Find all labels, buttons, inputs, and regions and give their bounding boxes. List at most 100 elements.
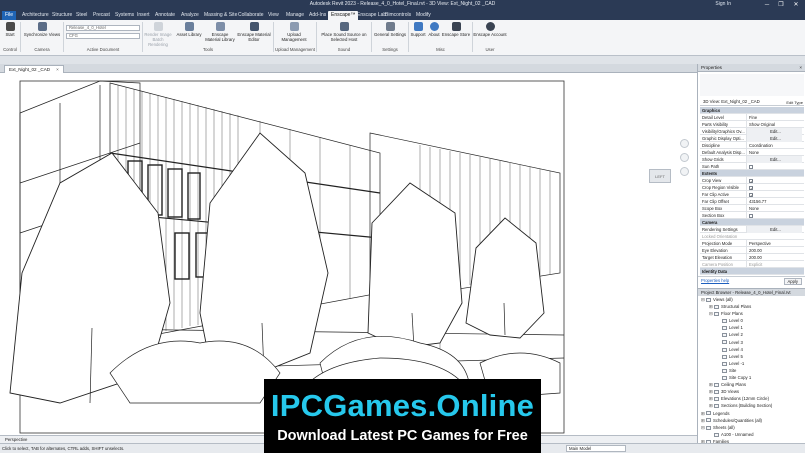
browser-item[interactable]: Level 5 xyxy=(698,353,805,360)
property-edit-button[interactable]: Edit... xyxy=(746,156,802,163)
place-sound-source-button[interactable]: Place Sound Source on Selected Host xyxy=(318,22,370,42)
about-button[interactable]: About xyxy=(427,22,441,37)
browser-item[interactable]: ⊞ Structural Plans xyxy=(698,303,805,310)
property-edit-button[interactable]: Edit... xyxy=(746,128,802,135)
property-value[interactable] xyxy=(746,191,802,198)
view-tab-ext-night[interactable]: Ext_Night_02 _CAD × xyxy=(4,65,64,73)
checkbox[interactable] xyxy=(749,192,753,197)
property-value[interactable]: Perspective xyxy=(746,240,802,247)
browser-item[interactable]: A100 - Unnamed xyxy=(698,431,805,438)
browser-item[interactable]: ⊟ Views (all) xyxy=(698,296,805,303)
checkbox[interactable] xyxy=(749,213,753,218)
browser-item[interactable]: Level 0 xyxy=(698,317,805,324)
tab-bimcontrols[interactable]: Bimcontrols xyxy=(382,11,414,20)
checkbox[interactable] xyxy=(749,178,753,183)
browser-item[interactable]: ⊟ Sheets (all) xyxy=(698,424,805,431)
browser-item[interactable]: ⊞ Schedules/Quantities (all) xyxy=(698,417,805,424)
browser-item[interactable]: ⊞ Ceiling Plans xyxy=(698,381,805,388)
tab-architecture[interactable]: Architecture xyxy=(19,11,52,20)
property-value[interactable]: 200.00 xyxy=(746,254,802,261)
property-value[interactable]: Explicit xyxy=(746,261,802,268)
configuration-select[interactable]: CFG xyxy=(66,33,140,39)
type-selector[interactable]: 3D View: Ext_Night_02 _CAD Edit Type xyxy=(700,97,804,106)
sign-in-button[interactable]: Sign In xyxy=(715,1,731,7)
support-button[interactable]: Support xyxy=(409,22,427,37)
enscape-account-button[interactable]: Enscape Account xyxy=(473,22,507,37)
projection-mode-label[interactable]: Perspective xyxy=(5,436,27,443)
property-value[interactable] xyxy=(746,177,802,184)
tab-insert[interactable]: Insert xyxy=(134,11,153,20)
tab-analyze[interactable]: Analyze xyxy=(178,11,202,20)
apply-button[interactable]: Apply xyxy=(783,278,802,285)
browser-item[interactable]: ⊞ Legends xyxy=(698,410,805,417)
property-value[interactable]: None xyxy=(746,205,802,212)
property-section[interactable]: Graphics xyxy=(700,107,804,114)
asset-library-button[interactable]: Asset Library xyxy=(174,22,204,37)
tab-annotate[interactable]: Annotate xyxy=(152,11,178,20)
property-value[interactable]: Fine xyxy=(746,114,802,121)
enscape-store-button[interactable]: Enscape Store xyxy=(441,22,471,37)
upload-management-button[interactable]: Upload Management xyxy=(276,22,312,42)
property-value[interactable] xyxy=(746,163,802,170)
property-section[interactable]: Identity Data xyxy=(700,268,804,275)
property-value[interactable] xyxy=(746,212,802,219)
browser-item[interactable]: Level 4 xyxy=(698,346,805,353)
property-value[interactable]: 43156.77 xyxy=(746,198,802,205)
browser-item[interactable]: Site xyxy=(698,367,805,374)
panel-label-camera: Camera xyxy=(34,47,50,52)
zoom-icon[interactable] xyxy=(680,153,689,162)
model-select[interactable]: Main Model xyxy=(566,445,626,452)
property-row: Graphic Display Opti... Edit... xyxy=(700,135,804,142)
browser-item[interactable]: ⊟ Floor Plans xyxy=(698,310,805,317)
general-settings-button[interactable]: General Settings xyxy=(373,22,407,37)
render-image-button[interactable]: Render Image Batch Rendering xyxy=(144,22,172,47)
tab-add-ins[interactable]: Add-Ins xyxy=(306,11,329,20)
property-edit-button[interactable]: Edit... xyxy=(746,226,802,233)
edit-type-button[interactable]: Edit Type xyxy=(786,98,803,107)
restore-button[interactable]: ❐ xyxy=(775,0,787,10)
synchronize-views-button[interactable]: Synchronize Views xyxy=(22,22,62,37)
browser-item[interactable]: ⊞ Elevations (12mm Circle) xyxy=(698,395,805,402)
minimize-button[interactable]: ─ xyxy=(761,0,773,10)
close-button[interactable]: ✕ xyxy=(790,0,802,10)
tab-structure[interactable]: Structure xyxy=(49,11,75,20)
start-button[interactable]: Start xyxy=(3,22,17,37)
tab-precast[interactable]: Precast xyxy=(90,11,113,20)
view-cube[interactable]: LEFT xyxy=(649,169,671,183)
properties-help-link[interactable]: Properties help xyxy=(701,278,729,283)
property-section[interactable]: Extents xyxy=(700,170,804,177)
orbit-icon[interactable] xyxy=(680,167,689,176)
tab-file[interactable]: File xyxy=(2,11,17,20)
active-document-select[interactable]: Release_4_0_Hotel xyxy=(66,25,140,31)
checkbox[interactable] xyxy=(749,164,753,169)
browser-item[interactable]: Level 1 xyxy=(698,324,805,331)
property-section[interactable]: Camera xyxy=(700,219,804,226)
property-edit-button[interactable]: Edit... xyxy=(746,135,802,142)
tab-view[interactable]: View xyxy=(265,11,282,20)
close-icon[interactable]: × xyxy=(56,67,59,72)
material-library-button[interactable]: Enscape Material Library xyxy=(204,22,236,42)
tab-manage[interactable]: Manage xyxy=(283,11,307,20)
tab-modify[interactable]: Modify xyxy=(413,11,434,20)
browser-item[interactable]: Site Copy 1 xyxy=(698,374,805,381)
browser-item[interactable]: Level 3 xyxy=(698,339,805,346)
browser-item[interactable]: ⊞ Sections (Building Section) xyxy=(698,402,805,409)
browser-item[interactable]: Level 2 xyxy=(698,331,805,338)
property-value[interactable]: None xyxy=(746,149,802,156)
checkbox[interactable] xyxy=(749,185,753,190)
property-row: Visibility/Graphics Ov... Edit... xyxy=(700,128,804,135)
property-value[interactable]: 200.00 xyxy=(746,247,802,254)
browser-item[interactable]: Level -1 xyxy=(698,360,805,367)
property-key: Parts Visibility xyxy=(702,122,728,127)
upload-icon xyxy=(289,22,299,31)
tab-collaborate[interactable]: Collaborate xyxy=(235,11,267,20)
steering-wheel-icon[interactable] xyxy=(680,139,689,148)
close-icon[interactable]: × xyxy=(799,64,802,72)
view-icon xyxy=(714,312,719,317)
material-editor-button[interactable]: Enscape Material Editor xyxy=(237,22,271,42)
property-value[interactable]: Coordination xyxy=(746,142,802,149)
tab-steel[interactable]: Steel xyxy=(73,11,90,20)
property-value[interactable]: Show Original xyxy=(746,121,802,128)
property-value[interactable] xyxy=(746,184,802,191)
browser-item[interactable]: ⊞ 3D Views xyxy=(698,388,805,395)
